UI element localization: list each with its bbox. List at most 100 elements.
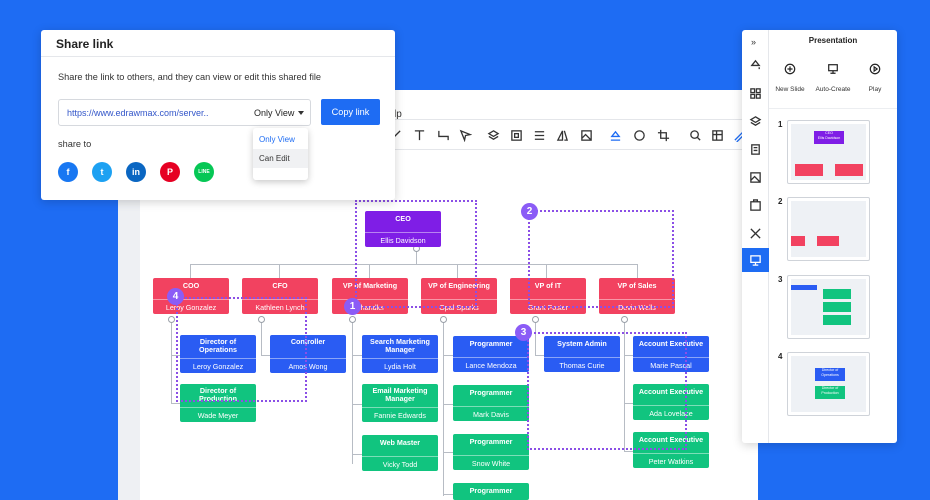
permission-select[interactable]: Only View — [254, 108, 294, 118]
twitter-icon[interactable]: t — [92, 162, 112, 182]
fill-color-icon[interactable] — [608, 128, 622, 142]
org-node-name: Snow White — [453, 455, 529, 470]
new-slide-button[interactable]: New Slide — [768, 62, 812, 93]
slide-number: 2 — [778, 197, 783, 206]
align-icon[interactable] — [532, 128, 546, 142]
slide-badge-2: 2 — [521, 203, 538, 220]
slide-canvas — [791, 201, 866, 257]
connector-line — [352, 318, 353, 464]
connector-tool-icon[interactable] — [436, 128, 450, 142]
slide-badge-3: 3 — [515, 324, 532, 341]
org-node-title: Programmer — [469, 388, 513, 397]
pointer-tool-icon[interactable] — [458, 128, 472, 142]
layers-icon[interactable] — [748, 114, 762, 128]
linkedin-icon[interactable]: in — [126, 162, 146, 182]
org-node[interactable]: Programmer Mark Davis — [453, 385, 529, 421]
mini-name: Ellis Davidson — [817, 135, 841, 140]
style-icon[interactable] — [632, 128, 646, 142]
slide-badge-4: 4 — [167, 288, 184, 305]
share-link-panel: Share link Share the link to others, and… — [41, 30, 395, 200]
org-node-title: COO — [182, 281, 200, 290]
org-node-name: Lance Mendoza — [453, 357, 529, 372]
play-button[interactable]: Play — [853, 62, 897, 93]
org-node-name: Lydia Holt — [362, 358, 438, 373]
auto-create-button[interactable]: Auto-Create — [811, 62, 855, 93]
slide-canvas — [791, 279, 866, 335]
mini-node: Director of Operations — [815, 368, 845, 381]
org-node[interactable]: Email Marketing Manager Fannie Edwards — [362, 384, 438, 422]
connect-icon[interactable] — [748, 226, 762, 240]
connector-line — [171, 318, 172, 403]
presentation-icon[interactable] — [748, 253, 762, 267]
table-icon[interactable] — [710, 128, 724, 142]
collapse-knob[interactable] — [349, 316, 356, 323]
chevron-down-icon[interactable] — [298, 111, 304, 115]
org-node-title: Search Marketing Manager — [370, 337, 430, 354]
copy-link-button[interactable]: Copy link — [321, 99, 380, 125]
org-node-name: Peter Watkins — [633, 453, 709, 468]
pinterest-icon[interactable]: P — [160, 162, 180, 182]
grid-icon[interactable] — [748, 86, 762, 100]
mini-node — [823, 315, 851, 325]
connector-line — [624, 451, 633, 452]
slide-thumbnail-1[interactable]: CEO Ellis Davidson — [787, 120, 870, 184]
permission-dropdown: Only View Can Edit — [253, 128, 308, 180]
option-only-view[interactable]: Only View — [253, 130, 308, 149]
image-icon[interactable] — [579, 128, 593, 142]
connector-line — [443, 355, 453, 356]
crop-icon[interactable] — [656, 128, 670, 142]
org-node[interactable]: Programmer Lance Mendoza — [453, 336, 529, 372]
connector-line — [443, 452, 453, 453]
connector-line — [443, 404, 453, 405]
attachment-icon[interactable] — [748, 198, 762, 212]
org-node-name: Wade Meyer — [180, 407, 256, 422]
collapse-knob[interactable] — [168, 316, 175, 323]
connector-line — [279, 264, 280, 278]
org-node[interactable]: Search Marketing Manager Lydia Holt — [362, 335, 438, 373]
fill-icon[interactable] — [748, 57, 762, 71]
slide-frame-3 — [527, 332, 687, 450]
mini-node — [791, 285, 817, 290]
mini-node: CEO Ellis Davidson — [814, 131, 844, 144]
org-node[interactable]: Web Master Vicky Todd — [362, 435, 438, 471]
collapse-knob[interactable] — [621, 316, 628, 323]
connector-line — [190, 264, 191, 278]
flip-icon[interactable] — [555, 128, 569, 142]
menu-help[interactable]: lp — [394, 109, 402, 120]
org-node[interactable]: Programmer — [453, 483, 529, 500]
option-can-edit[interactable]: Can Edit — [253, 149, 308, 168]
org-node-title: Email Marketing Manager — [372, 386, 428, 403]
share-url-text: https://www.edrawmax.com/server.. — [67, 108, 209, 118]
search-icon[interactable] — [688, 128, 702, 142]
divider — [769, 108, 897, 109]
mini-node — [791, 236, 805, 246]
mini-title: Director of Operations — [821, 368, 839, 377]
share-url-field[interactable]: https://www.edrawmax.com/server.. Only V… — [58, 99, 311, 126]
connector-line — [352, 404, 362, 405]
image-icon[interactable] — [748, 170, 762, 184]
slide-thumbnail-3[interactable] — [787, 275, 870, 339]
collapse-icon[interactable]: » — [751, 37, 756, 47]
line-icon[interactable]: LINE — [194, 162, 214, 182]
group-icon[interactable] — [509, 128, 523, 142]
org-node[interactable]: Programmer Snow White — [453, 434, 529, 470]
layers-icon[interactable] — [486, 128, 500, 142]
slide-thumbnail-4[interactable]: Director of Operations Director of Produ… — [787, 352, 870, 416]
collapse-knob[interactable] — [532, 316, 539, 323]
collapse-knob[interactable] — [440, 316, 447, 323]
slide-number: 4 — [778, 352, 783, 361]
slide-thumbnail-2[interactable] — [787, 197, 870, 261]
facebook-icon[interactable]: f — [58, 162, 78, 182]
slide-canvas: CEO Ellis Davidson — [791, 124, 866, 180]
mini-title: CEO — [825, 131, 833, 135]
slide-number: 3 — [778, 275, 783, 284]
mini-node — [795, 164, 823, 176]
mini-node — [835, 164, 863, 176]
slide-frame-1 — [355, 200, 477, 308]
auto-create-label: Auto-Create — [815, 86, 851, 93]
connector-line — [171, 403, 180, 404]
document-icon[interactable] — [748, 142, 762, 156]
text-tool-icon[interactable] — [412, 128, 426, 142]
play-label: Play — [868, 86, 882, 93]
canvas-margin — [118, 150, 140, 500]
